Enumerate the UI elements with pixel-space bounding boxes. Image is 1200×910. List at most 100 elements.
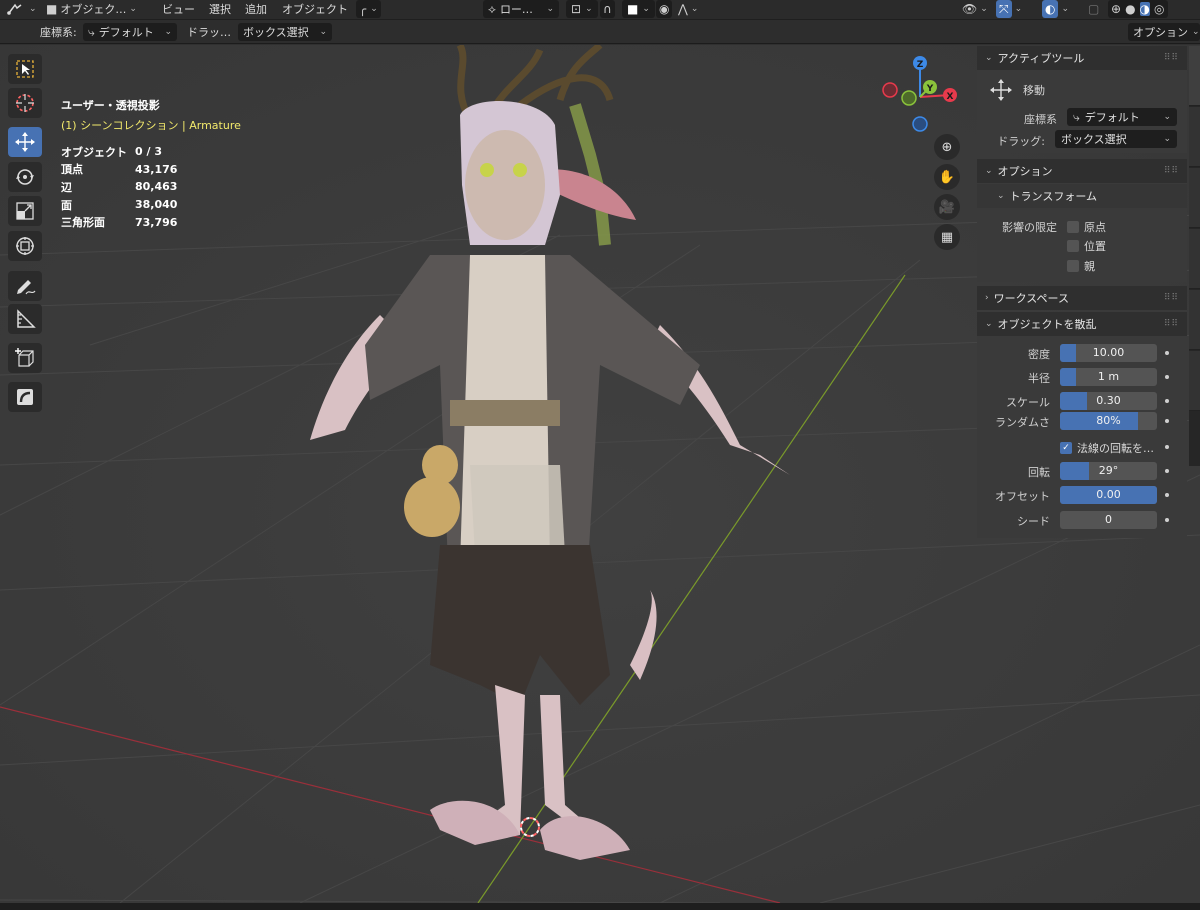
rotation-field[interactable]: 29° [1060, 462, 1157, 480]
radius-value: 1 m [1097, 370, 1120, 383]
affect-origin-checkbox[interactable]: 原点 [1067, 219, 1106, 235]
cursor-tool[interactable] [8, 88, 42, 118]
snap-toggle[interactable]: ∩ [600, 0, 615, 18]
navigation-gizmo[interactable]: Y Z X [878, 49, 968, 139]
keyframe-dot-icon[interactable] [1165, 375, 1169, 379]
active-tool-header[interactable]: ⌄ アクティブツール ⠿⠿ [977, 46, 1187, 70]
coord-dropdown[interactable]: ⤷ デフォルト ⌄ [83, 23, 177, 41]
affect-parents-checkbox[interactable]: 親 [1067, 258, 1095, 274]
drag-grip-icon[interactable]: ⠿⠿ [1164, 319, 1179, 329]
sidebar-tab-addon[interactable] [1189, 290, 1200, 350]
chevron-down-icon: ⌄ [585, 4, 593, 14]
neg-y-axis-handle[interactable] [901, 90, 917, 106]
offset-field[interactable]: 0.00 [1060, 486, 1157, 504]
neg-x-axis-handle[interactable] [882, 82, 898, 98]
sidebar-tab-item[interactable] [1189, 46, 1200, 106]
gizmo-icon: ⤧ [999, 1, 1009, 16]
solid-shading-icon[interactable]: ● [1125, 2, 1135, 16]
annotate-tool[interactable] [8, 271, 42, 301]
drag-dropdown[interactable]: ボックス選択 ⌄ [238, 23, 332, 41]
gizmo-toggle[interactable]: ⤧ ⌄ [996, 0, 1022, 18]
magnet-icon: ∩ [603, 2, 612, 16]
coord-label: 座標系: [40, 26, 77, 39]
camera-view-button[interactable]: 🎥 [934, 194, 960, 220]
falloff-dropdown[interactable]: ⋀ ⌄ [678, 0, 698, 18]
drag-grip-icon[interactable]: ⠿⠿ [1164, 293, 1179, 303]
scatter-tool[interactable] [8, 382, 42, 412]
sidebar-tab-addon-2[interactable] [1189, 351, 1200, 411]
stats-row: 三角形面 73,796 [61, 213, 195, 231]
keyframe-dot-icon[interactable] [1165, 445, 1169, 449]
wireframe-shading-icon[interactable]: ⊕ [1111, 2, 1121, 16]
sidebar-tab-tool[interactable] [1189, 107, 1200, 167]
sidebar-tab-view[interactable] [1189, 168, 1200, 228]
keyframe-dot-icon[interactable] [1165, 493, 1169, 497]
transform-subheader[interactable]: ⌄ トランスフォーム [977, 184, 1187, 208]
options-dropdown[interactable]: オプション ⌄ [1128, 23, 1200, 41]
stats-row: 面 38,040 [61, 196, 195, 214]
snap-element-dropdown[interactable]: ■ ⌄ [622, 0, 655, 18]
move-icon [15, 132, 35, 152]
sidebar-tab-create[interactable] [1189, 229, 1200, 289]
pan-view-button[interactable]: ✋ [934, 164, 960, 190]
transform-tool[interactable] [8, 231, 42, 261]
keyframe-dot-icon[interactable] [1165, 399, 1169, 403]
keyframe-dot-icon[interactable] [1165, 469, 1169, 473]
z-axis-label: Z [917, 60, 924, 70]
chevron-down-icon: ⌄ [980, 4, 988, 14]
coord-value: デフォルト [98, 26, 154, 39]
material-shading-icon[interactable]: ◑ [1139, 2, 1151, 16]
extra-menu-button[interactable]: ╭ ⌄ [356, 0, 381, 18]
transform-orientation-dropdown[interactable]: ⟡ ロー… ⌄ [483, 0, 559, 18]
menu-add[interactable]: 追加 [245, 0, 267, 18]
xray-toggle[interactable]: ▢ [1088, 0, 1099, 18]
overlay-toggle[interactable]: ◐ ⌄ [1042, 0, 1069, 18]
drag-dropdown[interactable]: ボックス選択 ⌄ [1055, 130, 1177, 148]
chevron-down-icon: ⌄ [1014, 4, 1023, 14]
move-tool[interactable] [8, 127, 42, 157]
drag-value: ボックス選択 [1061, 133, 1127, 146]
collection-name: (1) シーンコレクション [61, 119, 179, 132]
normal-rotation-checkbox[interactable]: ✓ 法線の回転を… [1060, 440, 1154, 456]
ortho-toggle-button[interactable]: ▦ [934, 224, 960, 250]
curve-icon: ╭ [359, 2, 367, 16]
scatter-header[interactable]: ⌄ オブジェクトを散乱 ⠿⠿ [977, 312, 1187, 336]
drag-grip-icon[interactable]: ⠿⠿ [1164, 53, 1179, 63]
keyframe-dot-icon[interactable] [1165, 351, 1169, 355]
scatter-icon [17, 389, 33, 405]
transform-icon [16, 237, 34, 255]
hand-icon: ✋ [938, 169, 956, 185]
stats-table: オブジェクト 0 / 3 頂点 43,176 辺 80,463 面 38,040 三角形… [61, 143, 195, 231]
coord-dropdown[interactable]: ⤷ デフォルト ⌄ [1067, 108, 1177, 126]
select-box-tool[interactable] [8, 54, 42, 84]
visibility-dropdown[interactable]: 👁 ⌄ [962, 0, 988, 18]
coord-value: デフォルト [1084, 111, 1140, 124]
keyframe-dot-icon[interactable] [1165, 518, 1169, 522]
options-header[interactable]: ⌄ オプション ⠿⠿ [977, 159, 1187, 183]
density-value: 10.00 [1092, 346, 1125, 359]
editor-type-button[interactable]: ⌄ [6, 0, 37, 18]
drag-grip-icon[interactable]: ⠿⠿ [1164, 166, 1179, 176]
rendered-shading-icon[interactable]: ◎ [1154, 2, 1164, 16]
measure-tool[interactable] [8, 304, 42, 334]
scale-field[interactable]: 0.30 [1060, 392, 1157, 410]
pivot-point-dropdown[interactable]: ⊡ ⌄ [566, 0, 598, 18]
add-cube-tool[interactable] [8, 343, 42, 373]
eye-icon: 👁 [962, 2, 978, 16]
menu-object[interactable]: オブジェクト [282, 0, 348, 18]
zoom-view-button[interactable]: ⊕ [934, 134, 960, 160]
randomness-field[interactable]: 80% [1060, 412, 1157, 430]
menu-view[interactable]: ビュー [162, 0, 195, 18]
menu-select[interactable]: 選択 [209, 0, 231, 18]
keyframe-dot-icon[interactable] [1165, 419, 1169, 423]
scale-tool[interactable] [8, 196, 42, 226]
affect-location-checkbox[interactable]: 位置 [1067, 238, 1106, 254]
mode-dropdown[interactable]: ■ オブジェク… ⌄ [46, 0, 137, 18]
radius-field[interactable]: 1 m [1060, 368, 1157, 386]
density-field[interactable]: 10.00 [1060, 344, 1157, 362]
neg-z-axis-handle[interactable] [912, 116, 928, 132]
proportional-edit-toggle[interactable]: ◉ [656, 0, 673, 18]
seed-field[interactable]: 0 [1060, 511, 1157, 529]
workspace-header[interactable]: › ワークスペース ⠿⠿ [977, 286, 1187, 310]
rotate-tool[interactable] [8, 162, 42, 192]
